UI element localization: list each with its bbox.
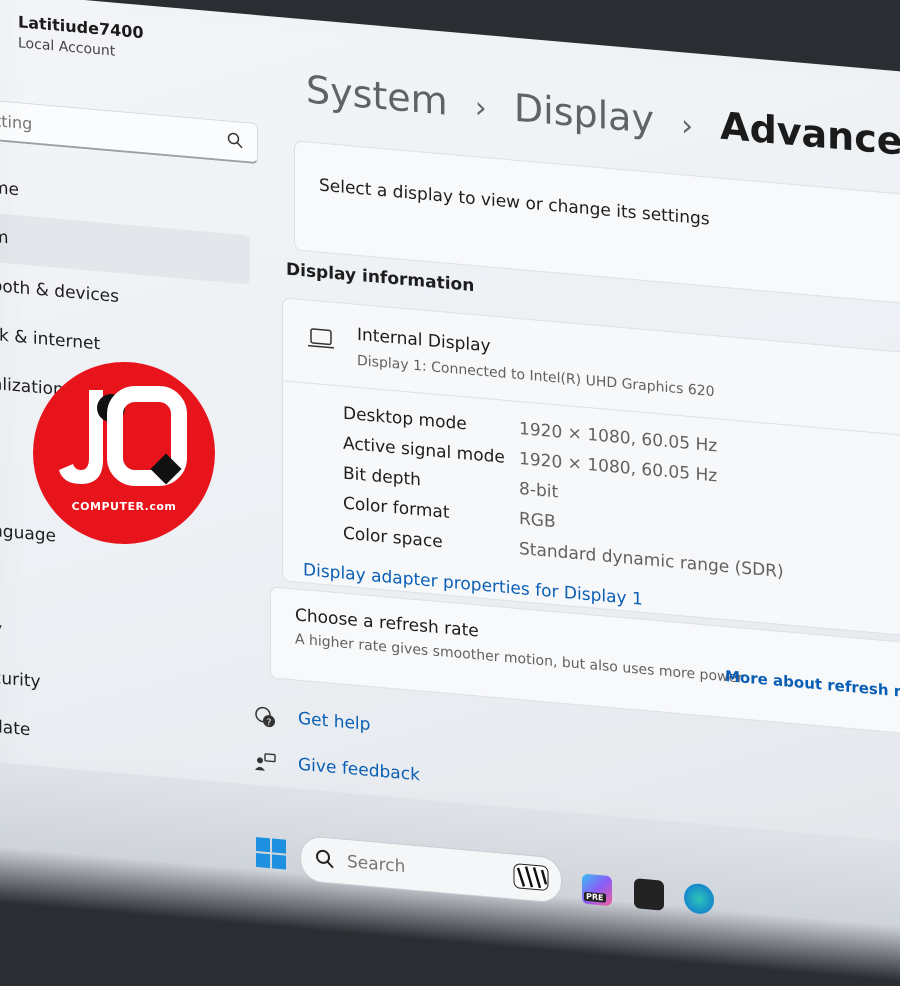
get-help-label: Get help: [298, 708, 371, 736]
display-name: Internal Display: [357, 324, 491, 357]
chevron-right-icon: ›: [681, 108, 694, 145]
more-about-refresh-rate-link[interactable]: More about refresh rate: [725, 667, 900, 703]
edge-browser-icon[interactable]: [684, 882, 714, 916]
info-label: Active signal mode: [343, 433, 505, 468]
search-icon[interactable]: [227, 131, 243, 152]
windows-start-icon[interactable]: [256, 837, 286, 874]
display-selector-label: Select a display to view or change its s…: [319, 175, 710, 230]
give-feedback-label: Give feedback: [298, 754, 420, 786]
info-value: RGB: [519, 509, 556, 533]
section-title: Display information: [286, 259, 475, 297]
svg-text:?: ?: [267, 718, 272, 728]
zebra-highlight-icon[interactable]: [510, 857, 554, 901]
laptop-icon: [307, 326, 335, 354]
logo-text: COMPUTER.com: [71, 500, 177, 513]
info-label: Color space: [343, 523, 443, 553]
search-icon: [315, 848, 335, 874]
account-info: Latitiude7400 Local Account: [18, 12, 143, 62]
settings-search-input[interactable]: [0, 110, 227, 152]
info-label: Color format: [343, 493, 450, 523]
chevron-right-icon: ›: [474, 90, 487, 127]
taskbar-search-input[interactable]: [345, 850, 469, 884]
breadcrumb-system[interactable]: System: [306, 67, 448, 123]
help-icon: ?: [254, 705, 276, 733]
jq-logo-mark: [59, 386, 187, 486]
info-label: Desktop mode: [343, 403, 467, 435]
task-view-icon[interactable]: [634, 878, 664, 911]
display-connection: Display 1: Connected to Intel(R) UHD Gra…: [357, 352, 715, 401]
copilot-icon[interactable]: PRE: [582, 873, 612, 907]
info-value: Standard dynamic range (SDR): [519, 539, 784, 583]
display-info-card: Internal Display Display 1: Connected to…: [282, 297, 900, 640]
info-label: Bit depth: [343, 463, 421, 491]
jq-computer-logo: COMPUTER.com: [33, 362, 215, 544]
feedback-icon: [254, 751, 276, 779]
settings-search-box[interactable]: [0, 98, 258, 165]
copilot-pre-badge: PRE: [584, 891, 606, 903]
page-title: Advanced displa: [720, 103, 900, 179]
breadcrumb-display[interactable]: Display: [514, 86, 654, 142]
refresh-rate-description: A higher rate gives smoother motion, but…: [295, 631, 743, 687]
info-value: 8-bit: [519, 479, 559, 503]
